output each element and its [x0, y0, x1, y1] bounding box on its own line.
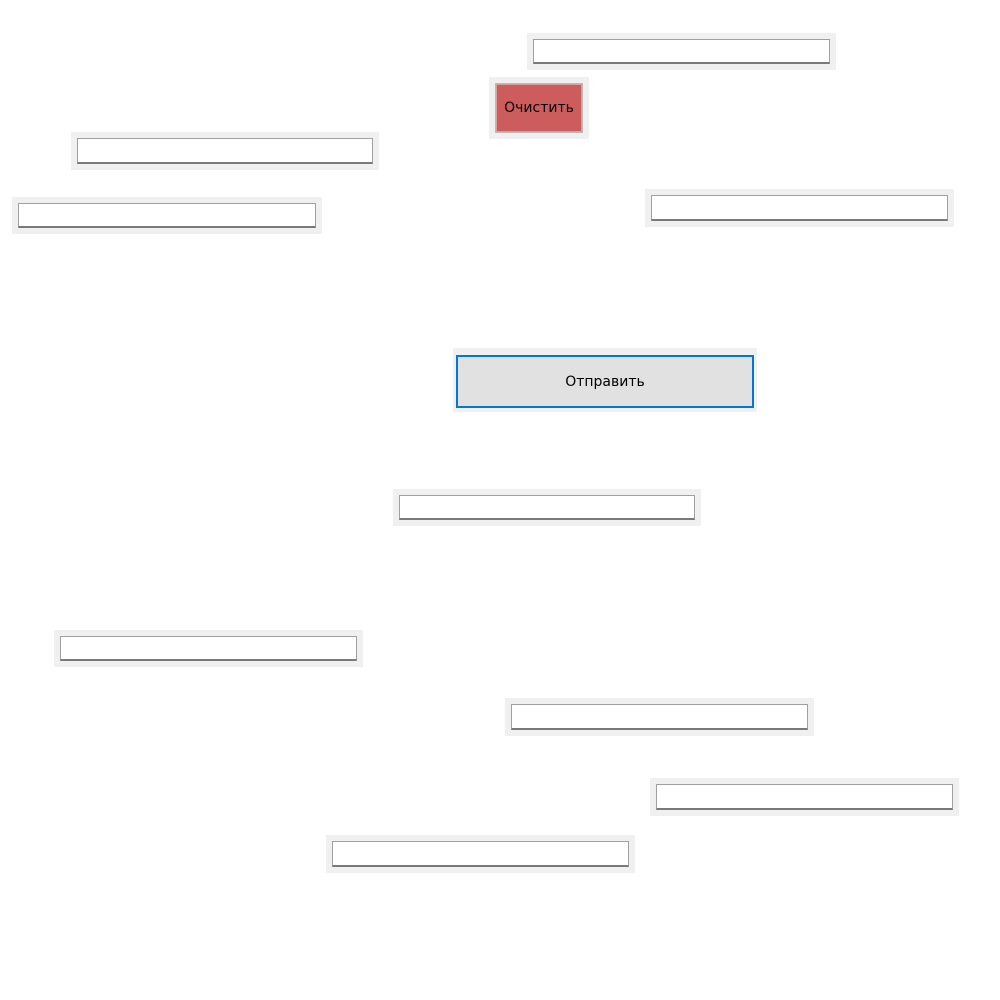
text-field-frame: [505, 698, 814, 736]
text-field-frame: [54, 630, 363, 667]
submit-button[interactable]: Отправить: [456, 355, 754, 408]
text-field-frame: [650, 778, 959, 816]
text-field-9[interactable]: [332, 841, 629, 867]
text-field-frame: [645, 189, 954, 227]
text-field-1[interactable]: [533, 39, 830, 64]
text-field-frame: [12, 197, 322, 234]
text-field-5[interactable]: [399, 495, 695, 520]
text-field-6[interactable]: [60, 636, 357, 661]
submit-button-frame: Отправить: [453, 348, 757, 412]
clear-button[interactable]: Очистить: [495, 83, 583, 133]
text-field-4[interactable]: [651, 195, 948, 221]
text-field-frame: [393, 489, 701, 526]
form-canvas: Очистить Отправить: [0, 0, 1000, 1000]
clear-button-frame: Очистить: [489, 77, 589, 139]
text-field-7[interactable]: [511, 704, 808, 730]
text-field-frame: [71, 132, 379, 170]
text-field-2[interactable]: [77, 138, 373, 164]
text-field-8[interactable]: [656, 784, 953, 810]
text-field-3[interactable]: [18, 203, 316, 228]
text-field-frame: [326, 835, 635, 873]
text-field-frame: [527, 33, 836, 70]
